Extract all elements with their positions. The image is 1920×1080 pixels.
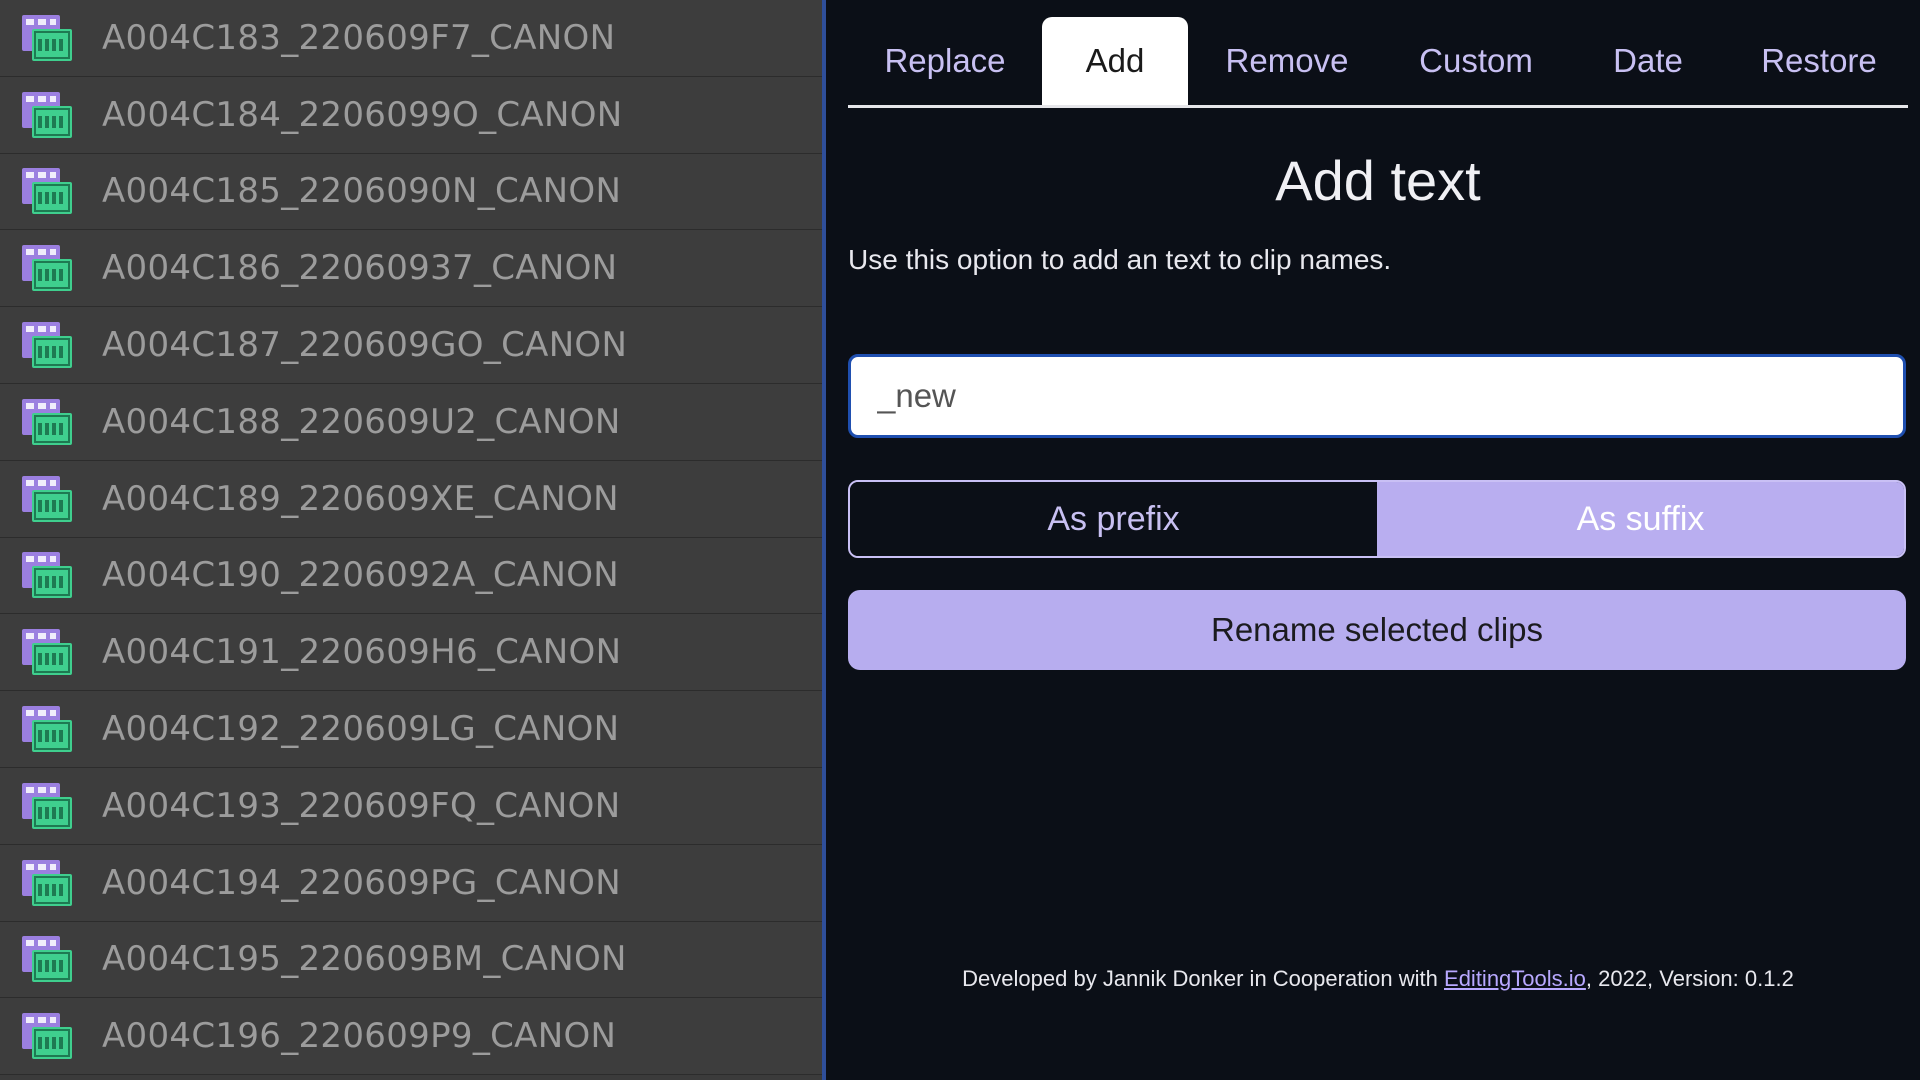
as-prefix-button[interactable]: As prefix: [850, 482, 1377, 556]
clip-name: A004C184_2206099O_CANON: [102, 94, 623, 135]
tab-replace[interactable]: Replace: [848, 17, 1042, 105]
clip-name: A004C185_2206090N_CANON: [102, 171, 622, 212]
clip-row[interactable]: A004C189_220609XE_CANON: [0, 460, 822, 538]
clip-row[interactable]: A004C183_220609F7_CANON: [0, 0, 822, 77]
film-clip-icon: [22, 629, 72, 676]
clip-name: A004C188_220609U2_CANON: [102, 401, 621, 442]
clip-name: A004C191_220609H6_CANON: [102, 632, 622, 673]
clip-row[interactable]: A004C192_220609LG_CANON: [0, 691, 822, 768]
clip-name: A004C189_220609XE_CANON: [102, 478, 619, 519]
film-clip-icon: [22, 14, 72, 61]
film-clip-icon: [22, 706, 72, 753]
app-root: A004C183_220609F7_CANON A004C184_2206099…: [0, 0, 1920, 1080]
clip-row[interactable]: A004C190_2206092A_CANON: [0, 537, 822, 615]
clip-name: A004C187_220609GO_CANON: [102, 325, 628, 366]
tab-custom[interactable]: Custom: [1386, 17, 1566, 105]
rename-panel: Replace Add Remove Custom Date Restore A…: [826, 0, 1920, 1080]
clip-row[interactable]: A004C191_220609H6_CANON: [0, 614, 822, 692]
rename-selected-clips-button[interactable]: Rename selected clips: [848, 590, 1906, 670]
clip-row[interactable]: A004C185_2206090N_CANON: [0, 153, 822, 231]
tab-bar: Replace Add Remove Custom Date Restore: [848, 17, 1908, 108]
footer-text-after: , 2022, Version: 0.1.2: [1585, 966, 1794, 991]
as-suffix-button[interactable]: As suffix: [1377, 482, 1904, 556]
tab-date[interactable]: Date: [1566, 17, 1730, 105]
film-clip-icon: [22, 245, 72, 292]
clip-row[interactable]: A004C194_220609PG_CANON: [0, 844, 822, 922]
film-clip-icon: [22, 859, 72, 906]
clip-row[interactable]: A004C187_220609GO_CANON: [0, 307, 822, 384]
clip-name: A004C183_220609F7_CANON: [102, 17, 616, 58]
page-title: Add text: [1275, 149, 1481, 212]
clip-row[interactable]: A004C188_220609U2_CANON: [0, 383, 822, 461]
film-clip-icon: [22, 398, 72, 445]
editingtools-link[interactable]: EditingTools.io: [1444, 966, 1586, 991]
clip-row[interactable]: A004C195_220609BM_CANON: [0, 921, 822, 999]
clip-list[interactable]: A004C183_220609F7_CANON A004C184_2206099…: [0, 0, 822, 1080]
clip-name: A004C193_220609FQ_CANON: [102, 785, 621, 826]
position-toggle: As prefix As suffix: [848, 480, 1906, 558]
add-text-input[interactable]: [848, 354, 1906, 438]
footer-text-before: Developed by Jannik Donker in Cooperatio…: [962, 966, 1445, 991]
film-clip-icon: [22, 936, 72, 983]
film-clip-icon: [22, 1013, 72, 1060]
tab-add[interactable]: Add: [1042, 17, 1188, 105]
clip-name: A004C196_220609P9_CANON: [102, 1016, 617, 1057]
film-clip-icon: [22, 782, 72, 829]
clip-name: A004C192_220609LG_CANON: [102, 709, 620, 750]
film-clip-icon: [22, 552, 72, 599]
clip-row[interactable]: A004C196_220609P9_CANON: [0, 998, 822, 1076]
clip-name: A004C186_22060937_CANON: [102, 248, 618, 289]
clip-name: A004C194_220609PG_CANON: [102, 862, 621, 903]
clip-row[interactable]: A004C186_22060937_CANON: [0, 230, 822, 308]
film-clip-icon: [22, 322, 72, 369]
tab-remove[interactable]: Remove: [1188, 17, 1386, 105]
footer-credits: Developed by Jannik Donker in Cooperatio…: [848, 966, 1908, 992]
clip-name: A004C190_2206092A_CANON: [102, 555, 619, 596]
film-clip-icon: [22, 91, 72, 138]
film-clip-icon: [22, 168, 72, 215]
tab-restore[interactable]: Restore: [1730, 17, 1908, 105]
option-description: Use this option to add an text to clip n…: [848, 244, 1392, 275]
clip-name: A004C195_220609BM_CANON: [102, 939, 627, 980]
clip-row[interactable]: A004C184_2206099O_CANON: [0, 76, 822, 154]
clip-row[interactable]: A004C193_220609FQ_CANON: [0, 767, 822, 845]
film-clip-icon: [22, 475, 72, 522]
